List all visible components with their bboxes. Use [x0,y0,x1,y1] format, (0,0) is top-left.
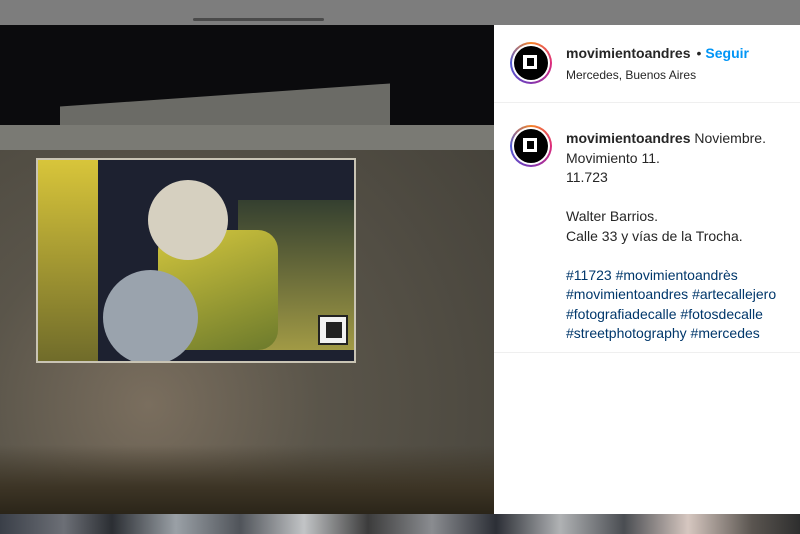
caption-line: Movimiento 11. [566,149,660,166]
avatar[interactable] [510,42,552,84]
post-modal: movimientoandres • Seguir Mercedes, Buenos… [0,25,800,514]
caption-line [566,188,798,208]
username-link[interactable]: movimientoandres [566,45,690,61]
hashtag-link[interactable]: #fotosdecalle [680,306,763,322]
location-link[interactable]: Mercedes, Buenos Aires [566,68,696,82]
post-sidebar: movimientoandres • Seguir Mercedes, Buenos… [494,25,800,514]
hashtag-link[interactable]: #movimientoandrès [616,267,738,283]
post-header: movimientoandres • Seguir Mercedes, Buenos… [494,25,800,103]
caption-first-line: Noviembre. [694,130,766,146]
caption-line: 11.723 [566,169,608,185]
hashtag-link[interactable]: #mercedes [691,325,760,341]
hashtag-link[interactable]: #streetphotography [566,325,687,341]
caption-line: Calle 33 y vías de la Trocha. [566,227,743,244]
background-thumbnails [0,514,800,534]
separator-dot: • [696,45,702,61]
hashtag-link[interactable]: #11723 [566,267,612,283]
caption-avatar[interactable] [510,125,552,167]
post-header-title: movimientoandres • Seguir [566,45,749,61]
hashtag-link[interactable]: #artecallejero [692,286,776,302]
movimientoandres-logo-icon [514,129,548,163]
post-photo[interactable] [0,25,494,514]
hashtag-link[interactable]: #movimientoandres [566,286,688,302]
hashtag-link[interactable]: #fotografiadecalle [566,306,677,322]
follow-button[interactable]: Seguir [705,45,749,61]
photo-weeds [0,445,494,514]
caption-line [566,246,798,266]
photo-poster [36,158,356,363]
poster-logo-icon [318,315,348,345]
movimientoandres-logo-icon [514,46,548,80]
drag-handle [193,18,324,21]
caption-text: movimientoandres Noviembre. Movimiento 1… [566,129,798,344]
background-overlay-top [0,0,800,25]
caption-line: Walter Barrios. [566,208,659,224]
caption-section: movimientoandres Noviembre. Movimiento 1… [494,103,800,353]
caption-username-link[interactable]: movimientoandres [566,130,690,146]
